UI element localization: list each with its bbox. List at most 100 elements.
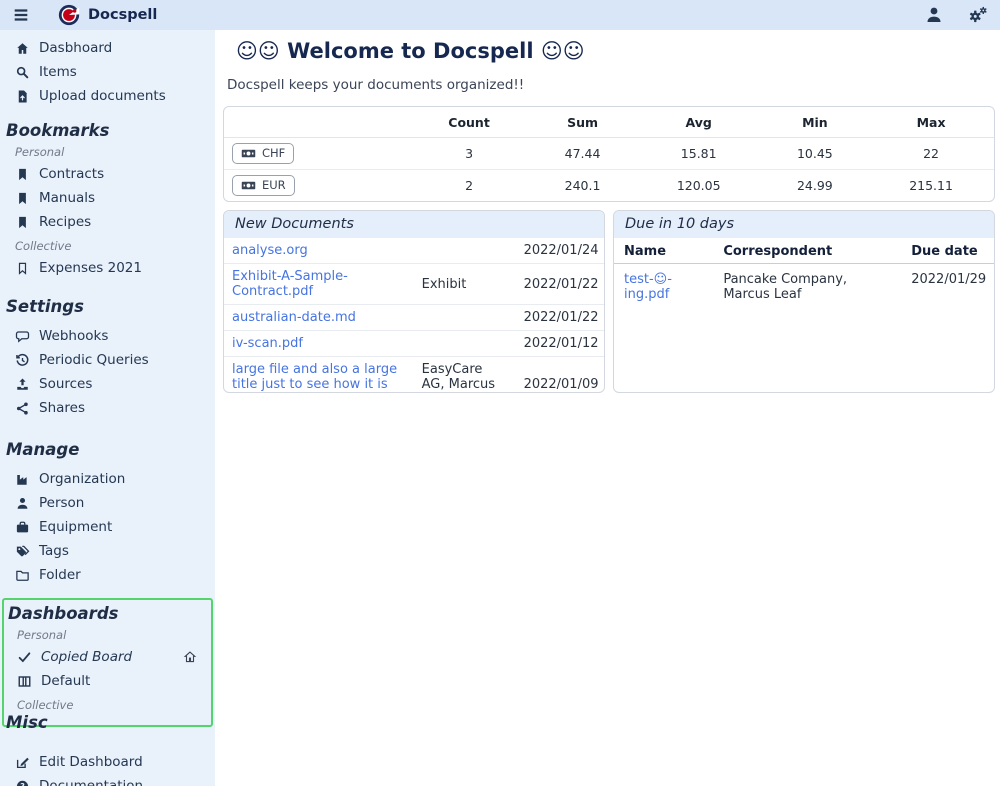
file-upload-icon: [15, 89, 30, 104]
document-date: 2022/01/12: [516, 331, 604, 357]
document-link[interactable]: test-☺-ing.pdf: [624, 272, 672, 302]
page-subtitle: Docspell keeps your documents organized!…: [227, 77, 995, 93]
stats-card: Count Sum Avg Min Max CHF 3 47.: [223, 106, 995, 202]
stat-max: 215.11: [868, 170, 994, 202]
document-correspondent: [414, 305, 516, 331]
table-row: Exhibit-A-Sample-Contract.pdf Exhibit 20…: [224, 264, 604, 305]
group-label-collective: Collective: [17, 698, 211, 712]
section-title-bookmarks: Bookmarks: [6, 121, 215, 140]
check-icon: [17, 650, 32, 665]
sidebar-item-webhooks[interactable]: Webhooks: [0, 324, 215, 348]
money-bill-icon: [241, 148, 256, 159]
currency-label: EUR: [262, 178, 286, 192]
stats-table: Count Sum Avg Min Max CHF 3 47.: [224, 107, 994, 201]
stat-min: 24.99: [762, 170, 869, 202]
document-link[interactable]: large file and also a large title just t…: [232, 362, 397, 393]
user-icon[interactable]: [924, 5, 944, 25]
bookmark-icon: [15, 191, 30, 206]
stats-col-avg: Avg: [636, 107, 762, 138]
sidebar-item-label: Manuals: [39, 190, 95, 206]
home-default-icon[interactable]: [183, 650, 197, 664]
document-link[interactable]: Exhibit-A-Sample-Contract.pdf: [232, 269, 348, 299]
sidebar-item-tags[interactable]: Tags: [0, 539, 215, 563]
sidebar-item-folder[interactable]: Folder: [0, 563, 215, 587]
money-bill-icon: [241, 180, 256, 191]
stats-col-blank: [224, 107, 409, 138]
document-date: 2022/01/09: [516, 357, 604, 394]
sidebar-item-sources[interactable]: Sources: [0, 372, 215, 396]
document-link[interactable]: analyse.org: [232, 243, 308, 258]
currency-label: CHF: [262, 146, 285, 160]
panel-title-new-documents: New Documents: [224, 211, 604, 238]
sidebar-item-upload-documents[interactable]: Upload documents: [0, 84, 215, 108]
search-icon: [15, 65, 30, 80]
document-link[interactable]: australian-date.md: [232, 310, 356, 325]
toolbox-icon: [15, 520, 30, 535]
sidebar-item-equipment[interactable]: Equipment: [0, 515, 215, 539]
stat-sum: 240.1: [529, 170, 636, 202]
home-icon: [15, 41, 30, 56]
new-documents-panel: New Documents analyse.org 2022/01/24 Exh…: [223, 210, 605, 393]
sidebar-item-periodic-queries[interactable]: Periodic Queries: [0, 348, 215, 372]
sidebar-item-documentation[interactable]: ? Documentation: [0, 774, 215, 786]
sidebar-item-edit-dashboard[interactable]: Edit Dashboard: [0, 750, 215, 774]
group-label-personal: Personal: [17, 628, 211, 642]
dashboards-highlight-box: Dashboards Personal Copied Board Default…: [2, 598, 213, 727]
sidebar: Dasbhoard Items Upload documents Bookmar…: [0, 30, 215, 786]
sidebar-item-label: Edit Dashboard: [39, 754, 143, 770]
new-documents-table: analyse.org 2022/01/24 Exhibit-A-Sample-…: [224, 238, 604, 393]
main-content: ☺☺ Welcome to Docspell ☺☺ Docspell keeps…: [215, 30, 1000, 786]
document-correspondent: [414, 238, 516, 264]
stat-min: 10.45: [762, 138, 869, 170]
sidebar-item-label: Sources: [39, 376, 92, 392]
stat-count: 3: [409, 138, 529, 170]
group-label-collective: Collective: [15, 239, 215, 253]
tags-icon: [15, 544, 30, 559]
sidebar-item-label: Upload documents: [39, 88, 166, 104]
sidebar-item-default[interactable]: Default: [4, 669, 211, 693]
stats-col-sum: Sum: [529, 107, 636, 138]
table-row: australian-date.md 2022/01/22: [224, 305, 604, 331]
stat-max: 22: [868, 138, 994, 170]
top-navbar: Docspell: [0, 0, 1000, 30]
document-correspondent: EasyCare AG, Marcus Leaf: [414, 357, 516, 394]
table-row: test-☺-ing.pdf Pancake Company, Marcus L…: [614, 264, 994, 311]
sidebar-item-manuals[interactable]: Manuals: [0, 186, 215, 210]
docspell-logo-icon: [58, 4, 80, 26]
industry-icon: [15, 472, 30, 487]
stats-col-count: Count: [409, 107, 529, 138]
page-title: ☺☺ Welcome to Docspell ☺☺: [236, 39, 995, 63]
sidebar-item-items[interactable]: Items: [0, 60, 215, 84]
currency-badge-chf[interactable]: CHF: [232, 143, 294, 164]
due-col-due-date: Due date: [901, 238, 994, 264]
sidebar-item-label: Copied Board: [41, 649, 132, 665]
sidebar-item-label: Documentation: [39, 778, 143, 786]
currency-badge-eur[interactable]: EUR: [232, 175, 295, 196]
sidebar-item-contracts[interactable]: Contracts: [0, 162, 215, 186]
sidebar-item-organization[interactable]: Organization: [0, 467, 215, 491]
table-row: analyse.org 2022/01/24: [224, 238, 604, 264]
sidebar-item-label: Contracts: [39, 166, 104, 182]
document-link[interactable]: iv-scan.pdf: [232, 336, 303, 351]
upload-icon: [15, 377, 30, 392]
sidebar-item-person[interactable]: Person: [0, 491, 215, 515]
brand[interactable]: Docspell: [58, 4, 157, 26]
sidebar-item-label: Folder: [39, 567, 81, 583]
sidebar-item-label: Default: [41, 673, 90, 689]
sidebar-item-expenses-2021[interactable]: Expenses 2021: [0, 256, 215, 280]
sidebar-item-label: Periodic Queries: [39, 352, 149, 368]
panels-row: New Documents analyse.org 2022/01/24 Exh…: [223, 210, 995, 393]
stat-avg: 120.05: [636, 170, 762, 202]
stats-row-chf: CHF 3 47.44 15.81 10.45 22: [224, 138, 994, 170]
document-due-date: 2022/01/29: [901, 264, 994, 311]
stats-row-eur: EUR 2 240.1 120.05 24.99 215.11: [224, 170, 994, 202]
sidebar-item-recipes[interactable]: Recipes: [0, 210, 215, 234]
sidebar-item-shares[interactable]: Shares: [0, 396, 215, 420]
sidebar-item-label: Items: [39, 64, 77, 80]
sidebar-item-copied-board[interactable]: Copied Board: [4, 645, 211, 669]
bookmark-outline-icon: [15, 261, 30, 276]
document-date: 2022/01/24: [516, 238, 604, 264]
sidebar-item-dashboard[interactable]: Dasbhoard: [0, 36, 215, 60]
hamburger-menu-icon[interactable]: [12, 6, 30, 24]
gears-icon[interactable]: [968, 5, 988, 25]
